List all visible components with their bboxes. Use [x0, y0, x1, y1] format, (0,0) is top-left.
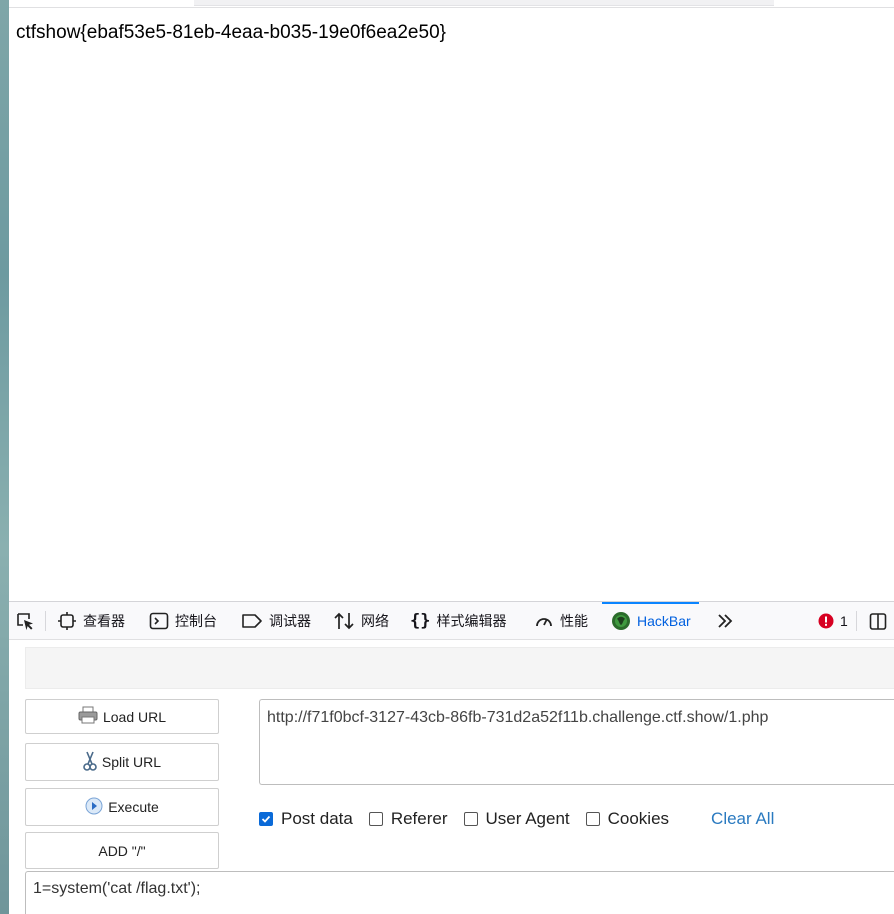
page-body-text: ctfshow{ebaf53e5-81eb-4eaa-b035-19e0f6ea… [16, 22, 446, 43]
option-label: Post data [281, 809, 353, 828]
error-count: 1 [840, 612, 848, 629]
cookies-option[interactable]: Cookies [585, 809, 670, 829]
play-icon [85, 797, 103, 818]
error-count-badge[interactable]: 1 [818, 602, 848, 639]
tab-label: 调试器 [269, 612, 311, 629]
button-label: Split URL [101, 754, 162, 770]
tab-inspector[interactable]: 查看器 [57, 602, 125, 639]
element-picker-button[interactable] [15, 602, 35, 639]
request-options: Post data Referer User Agent Cookies Cle… [259, 807, 774, 831]
user-agent-checkbox[interactable] [463, 812, 478, 826]
clear-all-link[interactable]: Clear All [711, 809, 774, 829]
execute-button[interactable]: Execute [25, 788, 219, 826]
referer-option[interactable]: Referer [368, 809, 448, 829]
tab-style-editor[interactable]: {} 样式编辑器 [410, 602, 506, 639]
console-icon [149, 611, 169, 631]
inspector-icon [57, 611, 77, 631]
tab-label: HackBar [637, 612, 691, 629]
button-label: Load URL [102, 708, 167, 725]
element-picker-icon [15, 611, 35, 631]
tab-console[interactable]: 控制台 [149, 602, 217, 639]
tab-label: 网络 [361, 612, 389, 629]
tab-performance[interactable]: 性能 [534, 602, 588, 639]
devtools-panel: 查看器 控制台 调试器 网络 {} 样式编辑器 性能 HackBar 1 Loa… [9, 601, 894, 914]
tab-network[interactable]: 网络 [333, 602, 389, 639]
option-label: User Agent [485, 809, 570, 828]
dock-toggle-button[interactable] [869, 602, 887, 639]
tab-label: 查看器 [83, 612, 125, 629]
hackbar-icon [611, 611, 631, 631]
button-label: ADD "/" [98, 842, 146, 859]
network-icon [333, 611, 355, 631]
page-viewport: ctfshow{ebaf53e5-81eb-4eaa-b035-19e0f6ea… [9, 8, 894, 601]
printer-icon [78, 706, 98, 727]
split-url-button[interactable]: Split URL [25, 743, 219, 781]
screen: ctfshow{ebaf53e5-81eb-4eaa-b035-19e0f6ea… [0, 0, 894, 914]
option-label: Cookies [607, 809, 670, 828]
style-editor-icon: {} [410, 610, 431, 631]
hackbar-toolbar-band [25, 647, 894, 689]
active-browser-tab[interactable] [194, 0, 774, 6]
cookies-checkbox[interactable] [585, 812, 600, 826]
tab-hackbar[interactable]: HackBar [602, 602, 699, 639]
post-data-option[interactable]: Post data [259, 809, 353, 829]
error-icon [818, 613, 834, 629]
button-label: Execute [108, 799, 159, 815]
user-agent-option[interactable]: User Agent [463, 809, 570, 829]
debugger-icon [241, 611, 263, 631]
post-data-textarea[interactable]: 1=system('cat /flag.txt'); [25, 871, 894, 914]
load-url-button[interactable]: Load URL [25, 699, 219, 734]
url-textarea[interactable]: http://f71f0bcf-3127-43cb-86fb-731d2a52f… [259, 699, 894, 785]
double-chevron-right-icon [716, 612, 734, 630]
add-slash-button[interactable]: ADD "/" [25, 832, 219, 869]
tab-debugger[interactable]: 调试器 [241, 602, 311, 639]
scissors-icon [83, 750, 97, 775]
tab-label: 控制台 [175, 612, 217, 629]
desktop-edge [0, 0, 9, 914]
browser-tab-strip [9, 0, 894, 8]
referer-checkbox[interactable] [368, 812, 383, 826]
devtools-toolbar: 查看器 控制台 调试器 网络 {} 样式编辑器 性能 HackBar 1 [9, 602, 894, 640]
dock-side-icon [869, 611, 887, 631]
post-data-checkbox[interactable] [259, 812, 273, 826]
tab-label: 样式编辑器 [436, 612, 507, 629]
performance-icon [534, 611, 554, 631]
more-tools-button[interactable] [716, 602, 734, 639]
tab-label: 性能 [560, 612, 588, 629]
option-label: Referer [390, 809, 448, 828]
